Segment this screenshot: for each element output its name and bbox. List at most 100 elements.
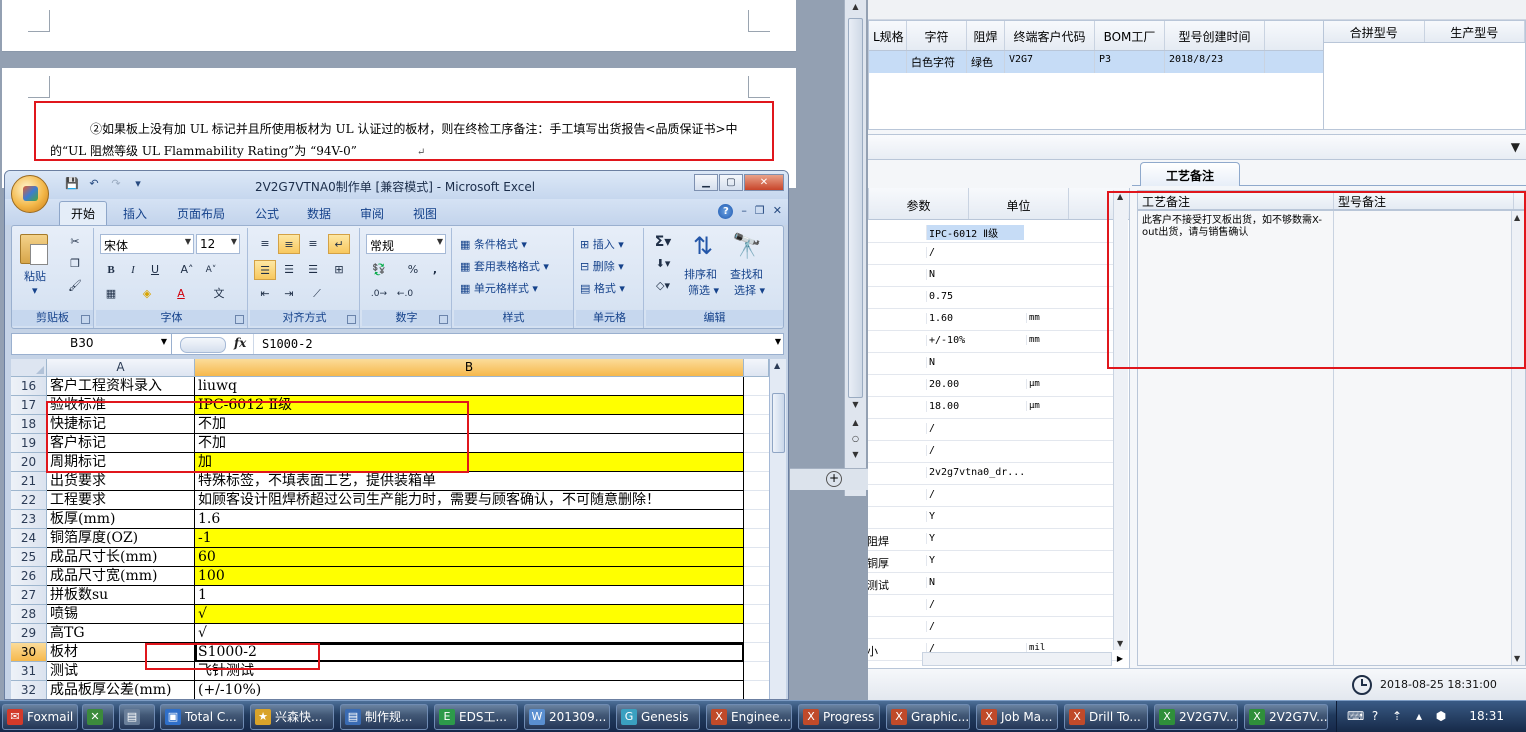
redo-icon[interactable]: ↷	[107, 177, 125, 193]
cell-b[interactable]: √	[195, 624, 744, 643]
tab-insert[interactable]: 插入	[123, 205, 147, 222]
cell-c[interactable]	[744, 681, 769, 699]
row-header[interactable]: 25	[11, 548, 47, 567]
grid-header[interactable]: 生产型号	[1425, 21, 1525, 42]
tab-page-layout[interactable]: 页面布局	[177, 205, 225, 222]
insert-function-icon[interactable]: fx	[178, 334, 254, 354]
cell-b[interactable]: √	[195, 605, 744, 624]
row-header[interactable]: 31	[11, 662, 47, 681]
format-as-table-button[interactable]: ▦ 套用表格格式 ▾	[460, 258, 549, 274]
align-center-icon[interactable]: ☰	[278, 260, 300, 280]
font-size-select[interactable]: 12 ▼	[196, 234, 240, 254]
cell-a[interactable]: 高TG	[47, 624, 195, 643]
expand-formula-icon[interactable]: ▼	[775, 337, 781, 346]
column-header-c[interactable]	[744, 359, 769, 377]
copy-icon[interactable]: ❐	[64, 254, 86, 274]
conditional-format-button[interactable]: ▦ 条件格式 ▾	[460, 236, 527, 252]
dialog-launcher-icon[interactable]	[235, 315, 244, 324]
taskbar-item[interactable]: X Enginee...	[706, 704, 792, 730]
taskbar-item[interactable]: ★ 兴森快...	[250, 704, 334, 730]
order-grid[interactable]: L规格 字符 阻焊 终端客户代码 BOM工厂 型号创建时间 白色字符 绿色 V2…	[868, 20, 1324, 130]
cell-a[interactable]: 板厚(mm)	[47, 510, 195, 529]
dialog-launcher-icon[interactable]	[439, 315, 448, 324]
row-header[interactable]: 18	[11, 415, 47, 434]
grid-header[interactable]: 参数	[869, 188, 969, 219]
taskbar-item[interactable]: ▤	[119, 704, 155, 730]
row-header[interactable]: 30	[11, 643, 47, 662]
taskbar-item[interactable]: X Graphic...	[886, 704, 970, 730]
cell-c[interactable]	[744, 643, 769, 662]
tab-home[interactable]: 开始	[59, 201, 108, 225]
scroll-thumb[interactable]	[772, 393, 785, 453]
bold-button[interactable]: B	[100, 260, 122, 280]
grid-header[interactable]: 单位	[969, 188, 1069, 219]
cell-b[interactable]: -1	[195, 529, 744, 548]
help-tray-icon[interactable]: ?	[1367, 709, 1383, 725]
scroll-down-icon[interactable]: ▼	[1117, 639, 1123, 648]
volume-icon[interactable]: ▴	[1411, 709, 1427, 725]
cell-c[interactable]	[744, 605, 769, 624]
taskbar-item[interactable]: X Drill To...	[1064, 704, 1148, 730]
document-page[interactable]	[2, 0, 796, 52]
cell-c[interactable]	[744, 529, 769, 548]
dropdown-arrow-icon[interactable]: ▼	[1511, 140, 1520, 154]
borders-icon[interactable]: ▦	[100, 284, 122, 304]
format-cells-button[interactable]: ▤ 格式 ▾	[580, 280, 625, 296]
taskbar-item[interactable]: ✉ Foxmail	[2, 704, 78, 730]
horizontal-scrollbar[interactable]: ▶	[922, 652, 1123, 666]
cell-c[interactable]	[744, 662, 769, 681]
row-header[interactable]: 20	[11, 453, 47, 472]
cell-c[interactable]	[744, 510, 769, 529]
cell-a[interactable]: 成品尺寸长(mm)	[47, 548, 195, 567]
zoom-in-icon[interactable]: +	[826, 471, 842, 487]
underline-button[interactable]: U	[144, 260, 166, 280]
row-header[interactable]: 29	[11, 624, 47, 643]
cell-c[interactable]	[744, 624, 769, 643]
scroll-thumb[interactable]	[848, 18, 863, 398]
name-box[interactable]: B30 ▼	[12, 334, 172, 354]
ribbon-close-icon[interactable]: ✕	[773, 204, 782, 219]
clear-icon[interactable]: ◇▾	[652, 276, 674, 296]
cell-c[interactable]	[744, 472, 769, 491]
cell-c[interactable]	[744, 567, 769, 586]
cell-b[interactable]: 1.6	[195, 510, 744, 529]
cell-c[interactable]	[744, 453, 769, 472]
currency-icon[interactable]: 💱	[368, 260, 390, 280]
cell-c[interactable]	[744, 434, 769, 453]
prev-page-icon[interactable]: ▲	[848, 418, 863, 432]
office-button[interactable]	[11, 175, 49, 213]
align-left-icon[interactable]: ☰	[254, 260, 276, 280]
merge-center-icon[interactable]: ⊞	[328, 260, 350, 280]
delete-cells-button[interactable]: ⊟ 删除 ▾	[580, 258, 624, 274]
row-header[interactable]: 17	[11, 396, 47, 415]
paste-icon[interactable]	[20, 234, 48, 265]
tab-formulas[interactable]: 公式	[255, 205, 279, 222]
tab-review[interactable]: 审阅	[360, 205, 384, 222]
taskbar-clock[interactable]: 18:31	[1469, 709, 1504, 723]
network-icon[interactable]: ⇡	[1389, 709, 1405, 725]
vertical-scrollbar[interactable]: ▲ ▼ ▲ ○ ▼	[844, 0, 866, 496]
formula-input[interactable]: S1000-2	[262, 337, 313, 351]
title-bar[interactable]: 💾 ↶ ↷ ▾ 2V2G7VTNA0制作单 [兼容模式] - Microsoft…	[5, 171, 788, 199]
shield-icon[interactable]: ⬢	[1433, 709, 1449, 725]
cell-c[interactable]	[744, 415, 769, 434]
grid-header[interactable]: BOM工厂	[1095, 21, 1165, 50]
cell-b[interactable]: 100	[195, 567, 744, 586]
ribbon-restore-icon[interactable]: ❐	[755, 204, 765, 219]
row-header[interactable]: 32	[11, 681, 47, 699]
select-all-corner[interactable]	[11, 359, 47, 377]
grid-header[interactable]: 阻焊	[967, 21, 1005, 50]
scroll-up-icon[interactable]: ▲	[848, 2, 863, 16]
tab-process-remark[interactable]: 工艺备注	[1140, 162, 1240, 186]
grow-font-icon[interactable]: A˄	[176, 260, 198, 280]
percent-icon[interactable]: %	[402, 260, 424, 280]
maximize-button[interactable]: ▢	[719, 174, 743, 191]
cell-b[interactable]: 特殊标签，不填表面工艺，提供装箱单	[195, 472, 744, 491]
table-row[interactable]: 白色字符 绿色 V2G7 P3 2018/8/23	[869, 51, 1323, 73]
cell-a[interactable]: 成品尺寸宽(mm)	[47, 567, 195, 586]
decrease-indent-icon[interactable]: ⇤	[254, 284, 276, 304]
align-right-icon[interactable]: ☰	[302, 260, 324, 280]
scroll-down-icon[interactable]: ▼	[848, 400, 863, 414]
taskbar-item[interactable]: X Job Ma...	[976, 704, 1058, 730]
font-name-select[interactable]: 宋体 ▼	[100, 234, 194, 254]
